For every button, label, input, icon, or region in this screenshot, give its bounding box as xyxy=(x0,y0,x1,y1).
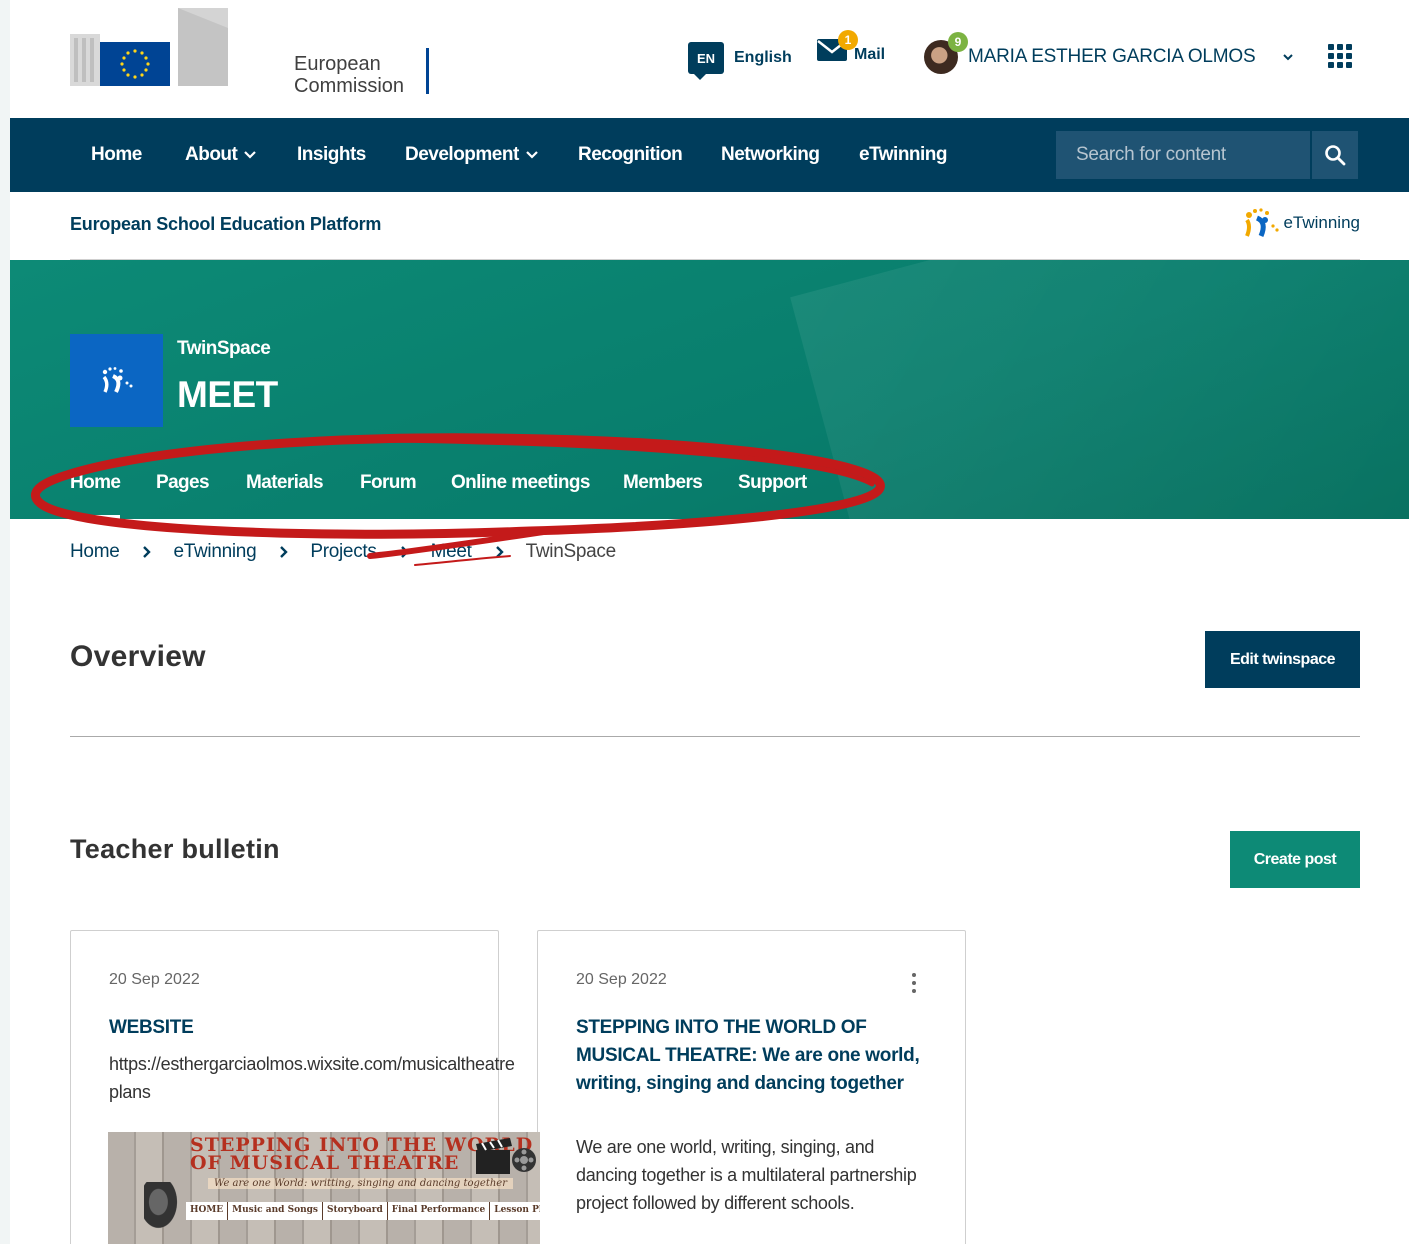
image-menu-item: Storyboard xyxy=(323,1202,388,1220)
tab-online-meetings[interactable]: Online meetings xyxy=(451,472,590,519)
etwinning-logo[interactable]: eTwinning xyxy=(1241,206,1360,240)
etwinning-figures-icon xyxy=(1245,208,1280,237)
spotlight-image xyxy=(144,1182,180,1232)
mail-icon: 1 xyxy=(816,30,858,64)
nav-insights-label: Insights xyxy=(297,144,366,165)
chevron-right-icon xyxy=(400,546,409,558)
chevron-down-icon xyxy=(1283,54,1294,61)
breadcrumb-meet[interactable]: Meet xyxy=(431,541,472,563)
image-menu-item: HOME xyxy=(186,1202,229,1220)
nav-home-label: Home xyxy=(91,144,142,165)
twinspace-logo xyxy=(70,334,163,427)
chevron-down-icon xyxy=(244,151,257,159)
post-body-url[interactable]: https://esthergarciaolmos.wixsite.com/mu… xyxy=(109,1050,515,1078)
nav-recognition-label: Recognition xyxy=(578,144,683,165)
language-code-badge: EN xyxy=(688,42,724,80)
post-title[interactable]: STEPPING INTO THE WORLD OF MUSICAL THEAT… xyxy=(576,1014,936,1098)
post-date: 20 Sep 2022 xyxy=(109,971,200,988)
search-box xyxy=(1056,131,1358,179)
post-date: 20 Sep 2022 xyxy=(576,971,667,988)
mail-label: Mail xyxy=(854,46,886,63)
clapperboard-icon xyxy=(476,1138,536,1174)
ec-brand-line2: Commission xyxy=(294,75,405,97)
twinspace-label: TwinSpace xyxy=(177,338,271,359)
nav-insights[interactable]: Insights xyxy=(297,118,366,192)
ec-brand-bar xyxy=(426,48,429,94)
tab-members[interactable]: Members xyxy=(623,472,703,519)
image-subtitle: We are one World: writting, singing and … xyxy=(208,1178,513,1189)
search-button[interactable] xyxy=(1310,131,1358,179)
tab-forum[interactable]: Forum xyxy=(360,472,417,519)
user-notification-badge: 9 xyxy=(948,32,968,52)
post-body-plans: plans xyxy=(109,1082,151,1102)
site-header: European School Education Platform eTwin… xyxy=(70,192,1360,260)
site-title[interactable]: European School Education Platform xyxy=(70,214,381,235)
nav-development-label: Development xyxy=(405,144,519,165)
nav-recognition[interactable]: Recognition xyxy=(578,118,683,192)
nav-networking[interactable]: Networking xyxy=(721,118,820,192)
european-commission-logo[interactable]: European Commission xyxy=(70,8,429,97)
mail-link[interactable]: 1 Mail xyxy=(816,30,886,64)
nav-home[interactable]: Home xyxy=(91,118,142,192)
image-title-line2: OF MUSICAL THEATRE xyxy=(190,1152,460,1174)
ec-emblem-icon xyxy=(70,8,228,86)
language-label: English xyxy=(734,49,792,66)
teacher-bulletin-title: Teacher bulletin xyxy=(70,834,280,864)
mail-count-badge: 1 xyxy=(838,30,858,50)
more-options-icon[interactable] xyxy=(904,973,924,995)
post-title[interactable]: WEBSITE xyxy=(109,1014,469,1042)
image-menu: HOME Music and Songs Storyboard Final Pe… xyxy=(186,1202,540,1220)
breadcrumb-current: TwinSpace xyxy=(525,541,617,562)
create-post-button[interactable]: Create post xyxy=(1230,831,1360,888)
section-divider xyxy=(70,736,1360,737)
image-menu-item: Final Performance xyxy=(388,1202,491,1220)
twinspace-hero: TwinSpace MEET Home Pages Materials Foru… xyxy=(10,260,1409,519)
tab-pages[interactable]: Pages xyxy=(156,472,210,519)
chevron-down-icon xyxy=(526,151,538,159)
tab-support[interactable]: Support xyxy=(738,472,807,519)
breadcrumb-etwinning[interactable]: eTwinning xyxy=(173,541,256,563)
page: European Commission EN English 1 Mail 9 xyxy=(10,0,1409,1244)
nav-etwinning-label: eTwinning xyxy=(859,144,948,165)
nav-etwinning[interactable]: eTwinning xyxy=(859,118,948,192)
overview-title: Overview xyxy=(70,640,206,673)
tab-materials[interactable]: Materials xyxy=(246,472,324,519)
language-selector[interactable]: EN English xyxy=(688,42,792,80)
etwinning-logo-text: eTwinning xyxy=(1283,213,1360,232)
ec-brand-text: European Commission xyxy=(294,53,404,97)
user-name: MARIA ESTHER GARCIA OLMOS xyxy=(968,46,1256,67)
image-menu-item: Lesson Plan xyxy=(490,1202,540,1220)
post-image[interactable]: STEPPING INTO THE WORLD OF MUSICAL THEAT… xyxy=(108,1132,540,1244)
chevron-right-icon xyxy=(495,546,504,558)
top-bar: European Commission EN English 1 Mail 9 xyxy=(10,0,1409,118)
breadcrumb: Home eTwinning Projects Meet TwinSpace xyxy=(70,541,616,563)
image-menu-item: Music and Songs xyxy=(228,1202,323,1220)
nav-about-label: About xyxy=(185,144,238,165)
post-body: We are one world, writing, singing, and … xyxy=(576,1137,917,1213)
search-input[interactable] xyxy=(1056,131,1310,179)
breadcrumb-projects[interactable]: Projects xyxy=(310,541,377,563)
nav-development[interactable]: Development xyxy=(405,118,539,192)
main-navigation: Home About Insights Development Recognit… xyxy=(10,118,1409,192)
chevron-right-icon xyxy=(280,546,289,558)
chevron-right-icon xyxy=(143,546,152,558)
tab-home[interactable]: Home xyxy=(70,472,121,519)
breadcrumb-home[interactable]: Home xyxy=(70,541,120,563)
user-menu[interactable]: 9 MARIA ESTHER GARCIA OLMOS xyxy=(924,32,1295,74)
bulletin-card[interactable]: 20 Sep 2022 STEPPING INTO THE WORLD OF M… xyxy=(537,930,966,1244)
twinspace-figures-icon xyxy=(102,366,132,393)
avatar: 9 xyxy=(924,32,968,74)
nav-about[interactable]: About xyxy=(185,118,257,192)
twinspace-name: MEET xyxy=(177,374,278,415)
edit-twinspace-button[interactable]: Edit twinspace xyxy=(1205,631,1360,688)
nav-networking-label: Networking xyxy=(721,144,820,165)
search-icon xyxy=(1325,145,1346,166)
apps-grid-icon[interactable] xyxy=(1328,44,1352,68)
ec-brand-line1: European xyxy=(294,53,381,75)
